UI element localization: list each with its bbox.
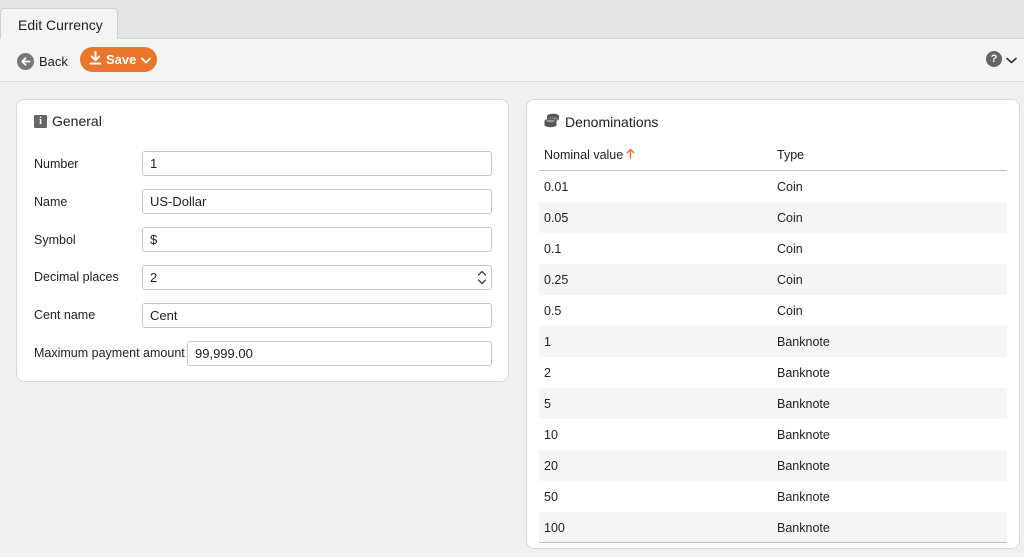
- name-field[interactable]: US-Dollar: [142, 189, 492, 214]
- table-bottom-divider: [539, 542, 1007, 543]
- table-body: 0.01 Coin 0.05 Coin 0.1 Coin 0.25 Coin 0.5 Coin 1 B…: [539, 171, 1007, 543]
- general-panel: i General Number 1 Name US-Dollar Symbol…: [16, 99, 509, 382]
- table-row[interactable]: 0.01 Coin: [539, 171, 1007, 202]
- symbol-field[interactable]: $: [142, 227, 492, 252]
- cent-name-value: Cent: [150, 308, 178, 323]
- nominal-value-cell: 5: [544, 396, 551, 411]
- nominal-value-cell: 0.1: [544, 241, 562, 256]
- type-cell: Banknote: [777, 427, 830, 442]
- nominal-value-cell: 0.05: [544, 210, 569, 225]
- type-header-label: Type: [777, 148, 805, 162]
- coins-stack-icon: [544, 113, 560, 131]
- chevron-down-icon[interactable]: [141, 52, 152, 67]
- toolbar: Back Save ?: [0, 39, 1024, 82]
- table-row[interactable]: 0.1 Coin: [539, 233, 1007, 264]
- type-cell: Coin: [777, 241, 803, 256]
- max-payment-label: Maximum payment amount: [34, 346, 185, 360]
- save-button[interactable]: Save: [80, 47, 157, 72]
- table-row[interactable]: 0.05 Coin: [539, 202, 1007, 233]
- sort-ascending-arrow-icon: [626, 148, 635, 162]
- nominal-value-cell: 20: [544, 458, 558, 473]
- column-header-type[interactable]: Type: [772, 148, 804, 162]
- name-value: US-Dollar: [150, 194, 207, 209]
- name-label: Name: [34, 195, 68, 209]
- nominal-value-cell: 1: [544, 334, 551, 349]
- symbol-label: Symbol: [34, 233, 76, 247]
- denominations-panel: Denominations Nominal value Type 0.01 Coi…: [526, 99, 1020, 549]
- number-value: 1: [150, 156, 158, 171]
- nominal-value-cell: 10: [544, 427, 558, 442]
- table-row[interactable]: 20 Banknote: [539, 450, 1007, 481]
- max-payment-value: 99,999.00: [195, 346, 253, 361]
- decimal-places-value: 2: [150, 270, 158, 285]
- table-row[interactable]: 100 Banknote: [539, 512, 1007, 543]
- type-cell: Coin: [777, 272, 803, 287]
- denominations-table: Nominal value Type 0.01 Coin 0.05 Coin 0.1 Co…: [539, 140, 1007, 543]
- number-field[interactable]: 1: [142, 151, 492, 176]
- number-label: Number: [34, 157, 79, 171]
- table-row[interactable]: 0.25 Coin: [539, 264, 1007, 295]
- type-cell: Banknote: [777, 489, 830, 504]
- table-row[interactable]: 0.5 Coin: [539, 295, 1007, 326]
- denominations-title: Denominations: [565, 114, 659, 130]
- table-row[interactable]: 5 Banknote: [539, 388, 1007, 419]
- nominal-value-cell: 0.25: [544, 272, 569, 287]
- type-cell: Banknote: [777, 520, 830, 535]
- table-row[interactable]: 50 Banknote: [539, 481, 1007, 512]
- symbol-value: $: [150, 232, 158, 247]
- tab-edit-currency[interactable]: Edit Currency: [0, 8, 118, 40]
- type-cell: Banknote: [777, 396, 830, 411]
- table-row[interactable]: 2 Banknote: [539, 357, 1007, 388]
- download-arrow-icon: [89, 51, 102, 68]
- chevron-down-icon: [1006, 52, 1017, 67]
- type-cell: Coin: [777, 179, 803, 194]
- tab-label: Edit Currency: [18, 17, 103, 33]
- tab-bar: Edit Currency: [0, 0, 1024, 40]
- table-row[interactable]: 1 Banknote: [539, 326, 1007, 357]
- cent-name-label: Cent name: [34, 308, 96, 322]
- nominal-value-header-label: Nominal value: [544, 148, 624, 162]
- column-header-nominal-value[interactable]: Nominal value: [539, 148, 772, 162]
- back-button[interactable]: Back: [17, 51, 68, 71]
- nominal-value-cell: 2: [544, 365, 551, 380]
- max-payment-field[interactable]: 99,999.00: [187, 341, 492, 366]
- decimal-places-label: Decimal places: [34, 270, 119, 284]
- type-cell: Banknote: [777, 458, 830, 473]
- info-icon: i: [34, 114, 47, 128]
- back-label: Back: [39, 53, 68, 69]
- denominations-panel-title: Denominations: [544, 113, 658, 131]
- type-cell: Banknote: [777, 365, 830, 380]
- type-cell: Coin: [777, 303, 803, 318]
- question-circle-icon: ?: [986, 51, 1002, 67]
- type-cell: Coin: [777, 210, 803, 225]
- help-menu[interactable]: ?: [986, 51, 1017, 67]
- decimal-places-stepper[interactable]: 2: [142, 265, 492, 290]
- nominal-value-cell: 0.5: [544, 303, 562, 318]
- table-header: Nominal value Type: [539, 140, 1007, 171]
- table-row[interactable]: 10 Banknote: [539, 419, 1007, 450]
- cent-name-field[interactable]: Cent: [142, 303, 492, 328]
- save-label: Save: [106, 52, 137, 67]
- arrow-left-circle-icon: [17, 52, 34, 70]
- general-title: General: [52, 113, 102, 129]
- type-cell: Banknote: [777, 334, 830, 349]
- general-panel-title: i General: [34, 113, 102, 129]
- nominal-value-cell: 0.01: [544, 179, 569, 194]
- stepper-arrows-icon[interactable]: [477, 269, 487, 289]
- nominal-value-cell: 50: [544, 489, 558, 504]
- nominal-value-cell: 100: [544, 520, 565, 535]
